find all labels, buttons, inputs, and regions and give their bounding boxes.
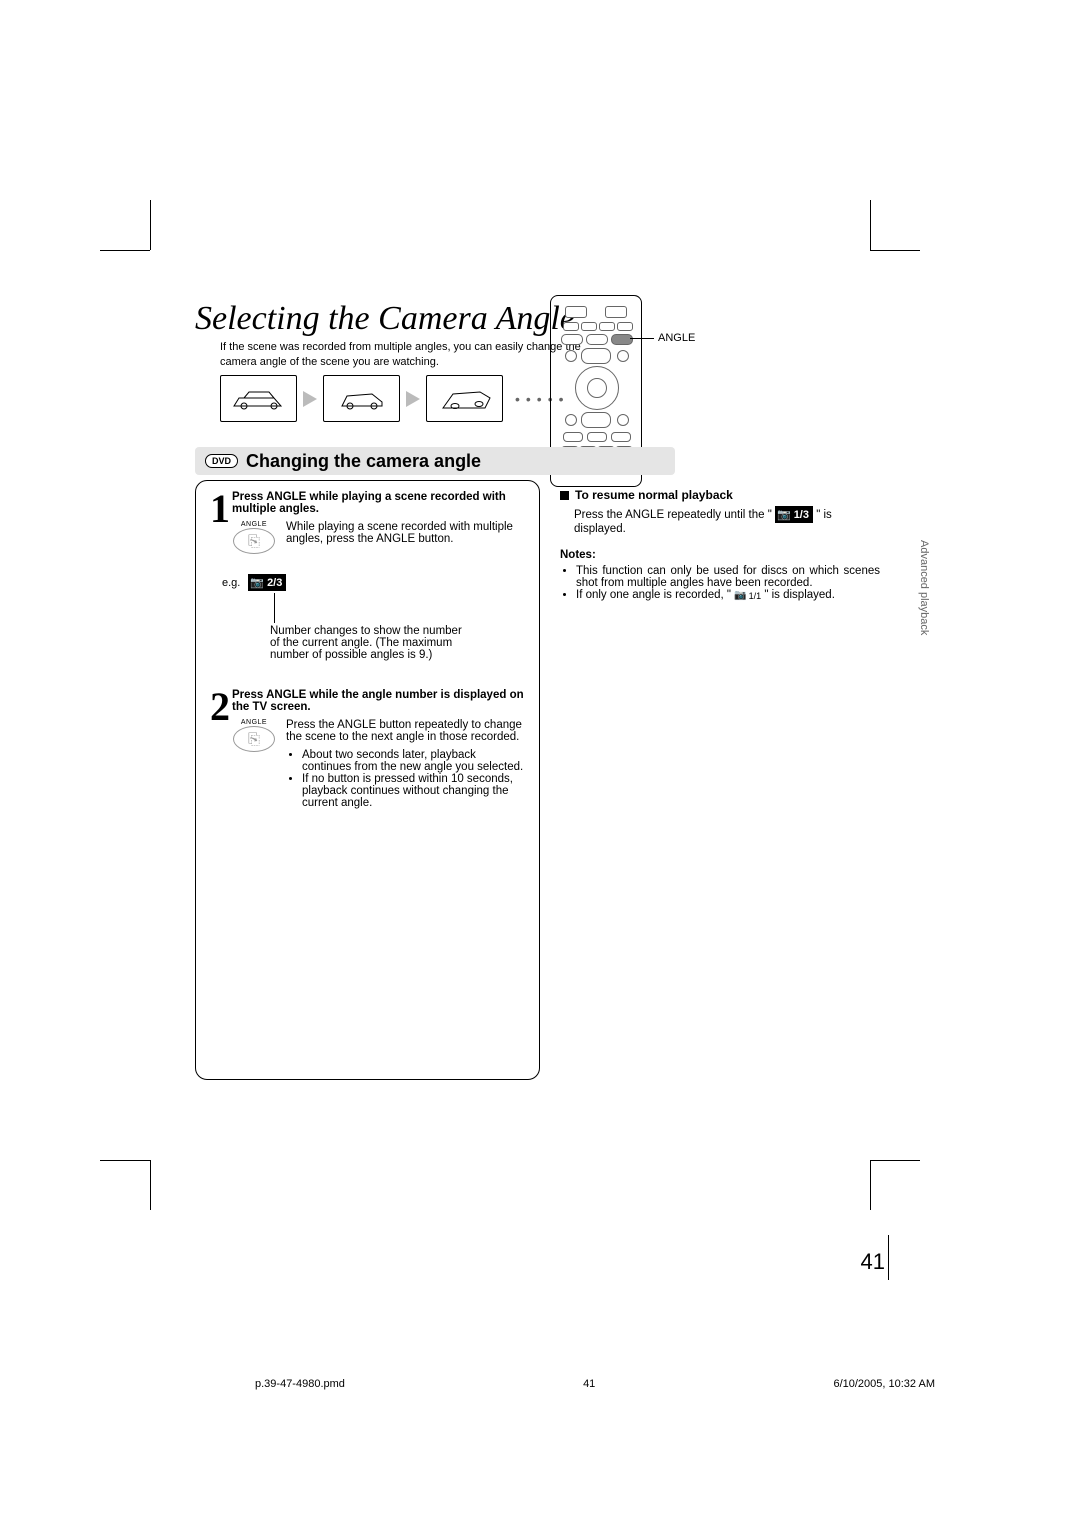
car-angle-2 <box>323 375 400 422</box>
angle-osd-chip: 📷 1/3 <box>775 506 813 523</box>
camera-icon: ⎘ <box>248 533 260 550</box>
footer-page: 41 <box>583 1378 595 1390</box>
car-angle-1 <box>220 375 297 422</box>
step1-desc: While playing a scene recorded with mult… <box>286 521 525 554</box>
angle-button-icon: ANGLE ⎘ <box>232 521 276 554</box>
step2-bullets: About two seconds later, playback contin… <box>286 749 525 809</box>
angle-osd-chip: 📷 2/3 <box>248 574 286 591</box>
car-angle-3 <box>426 375 503 422</box>
step1-heading: Press ANGLE while playing a scene record… <box>210 491 525 515</box>
steps-box: 1 Press ANGLE while playing a scene reco… <box>195 480 540 1080</box>
step-number-2: 2 <box>210 689 230 725</box>
arrow-icon <box>406 391 420 407</box>
notes-heading: Notes: <box>560 549 596 561</box>
side-tab: Advanced playback <box>918 540 930 635</box>
camera-icon: ⎘ <box>248 731 260 748</box>
step2-desc: Press the ANGLE button repeatedly to cha… <box>286 719 525 743</box>
arrow-icon <box>303 391 317 407</box>
manual-page: Selecting the Camera Angle If the scene … <box>100 230 920 1330</box>
step-1: 1 Press ANGLE while playing a scene reco… <box>210 491 525 661</box>
step-2: 2 Press ANGLE while the angle number is … <box>210 689 525 809</box>
footer-timestamp: 6/10/2005, 10:32 AM <box>833 1378 935 1390</box>
footer: p.39-47-4980.pmd 41 6/10/2005, 10:32 AM <box>255 1378 935 1390</box>
resume-text: Press the ANGLE repeatedly until the " <box>574 509 775 521</box>
step2-bullet: If no button is pressed within 10 second… <box>302 773 525 809</box>
title-intro: If the scene was recorded from multiple … <box>220 340 590 370</box>
eg-label: e.g. <box>222 577 240 589</box>
camera-icon: 📷 <box>734 590 746 601</box>
section-title: Changing the camera angle <box>246 451 481 472</box>
page-title: Selecting the Camera Angle <box>195 300 575 338</box>
remote-angle-label: ANGLE <box>658 332 695 344</box>
step2-bullet: About two seconds later, playback contin… <box>302 749 525 773</box>
section-header: DVD Changing the camera angle <box>195 447 675 475</box>
camera-icon: 📷 <box>250 576 264 589</box>
step1-note: Number changes to show the number of the… <box>270 625 470 661</box>
right-column: To resume normal playback Press the ANGL… <box>560 488 880 605</box>
dvd-chip: DVD <box>205 454 238 468</box>
step2-heading: Press ANGLE while the angle number is di… <box>210 689 525 713</box>
camera-icon: 📷 <box>777 508 791 521</box>
notes-list: This function can only be used for discs… <box>560 565 880 601</box>
footer-file: p.39-47-4980.pmd <box>255 1378 345 1390</box>
page-number: 41 <box>861 1249 885 1275</box>
resume-heading: To resume normal playback <box>560 488 880 502</box>
note-item: If only one angle is recorded, " 📷 1/1 "… <box>576 589 880 601</box>
step-number-1: 1 <box>210 491 230 527</box>
angle-button-icon: ANGLE ⎘ <box>232 719 276 809</box>
title-row: Selecting the Camera Angle If the scene … <box>100 230 920 350</box>
angle-illustration-strip: ••••• <box>220 375 570 422</box>
note-item: This function can only be used for discs… <box>576 565 880 589</box>
